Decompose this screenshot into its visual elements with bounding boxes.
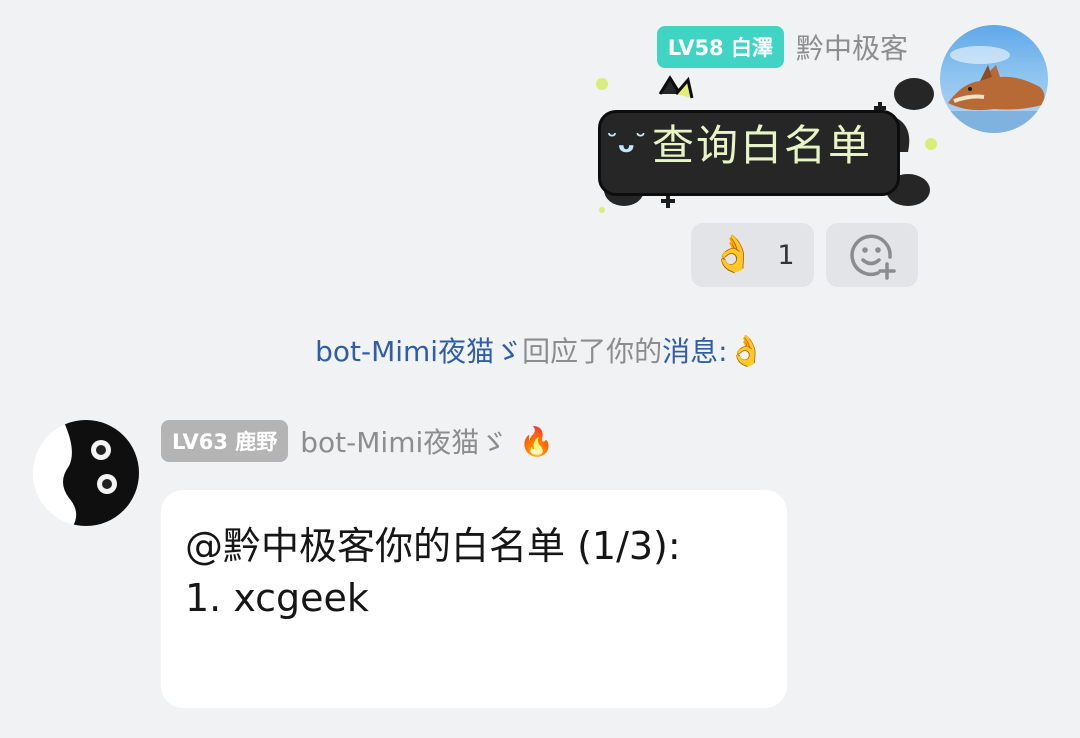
user-avatar[interactable] <box>940 25 1048 133</box>
fire-icon: 🔥 <box>519 424 555 458</box>
level-badge: LV58 白澤 <box>656 26 784 68</box>
notice-text: 回应了你的 <box>522 335 663 368</box>
incoming-message-header: LV63 鹿野 bot-Mimi夜猫ゞ 🔥 <box>161 420 554 462</box>
message-line: @黔中极客你的白名单 (1/3): <box>185 524 681 568</box>
message-line: 1. xcgeek <box>185 576 369 620</box>
reaction-ok-hand[interactable]: 👌 1 <box>691 223 814 287</box>
sticker-message[interactable]: ˘ᴗ˘ 查询白名单 <box>592 72 937 217</box>
add-reaction-button[interactable] <box>826 223 918 287</box>
level-badge: LV63 鹿野 <box>161 420 289 462</box>
sender-name[interactable]: 黔中极客 <box>796 27 908 67</box>
message-bubble[interactable]: @黔中极客你的白名单 (1/3): 1. xcgeek <box>161 490 787 708</box>
sticker-text: 查询白名单 <box>652 121 873 170</box>
reaction-notice: bot-Mimi夜猫ゞ回应了你的消息:👌 <box>0 330 1080 370</box>
outgoing-message-header: LV58 白澤 黔中极客 <box>656 26 908 68</box>
notice-actor-link[interactable]: bot-Mimi夜猫ゞ <box>315 335 522 368</box>
chat-view: LV58 白澤 黔中极客 ˘ᴗ˘ 查询白名单 👌 1 bot-Mimi夜猫ゞ回应… <box>0 0 1080 738</box>
cat-eyes-icon: ˘ᴗ˘ <box>606 130 647 158</box>
ok-hand-icon: 👌 <box>710 234 756 275</box>
notice-message-link[interactable]: 消息: <box>662 335 727 368</box>
ok-hand-icon: 👌 <box>727 334 765 369</box>
fox-avatar-image <box>940 46 1048 133</box>
add-reaction-smiley-icon <box>850 234 896 280</box>
sender-name[interactable]: bot-Mimi夜猫ゞ <box>300 421 507 461</box>
black-cat-avatar-image <box>33 420 139 526</box>
reaction-count: 1 <box>777 239 795 271</box>
bot-avatar[interactable] <box>33 420 139 526</box>
